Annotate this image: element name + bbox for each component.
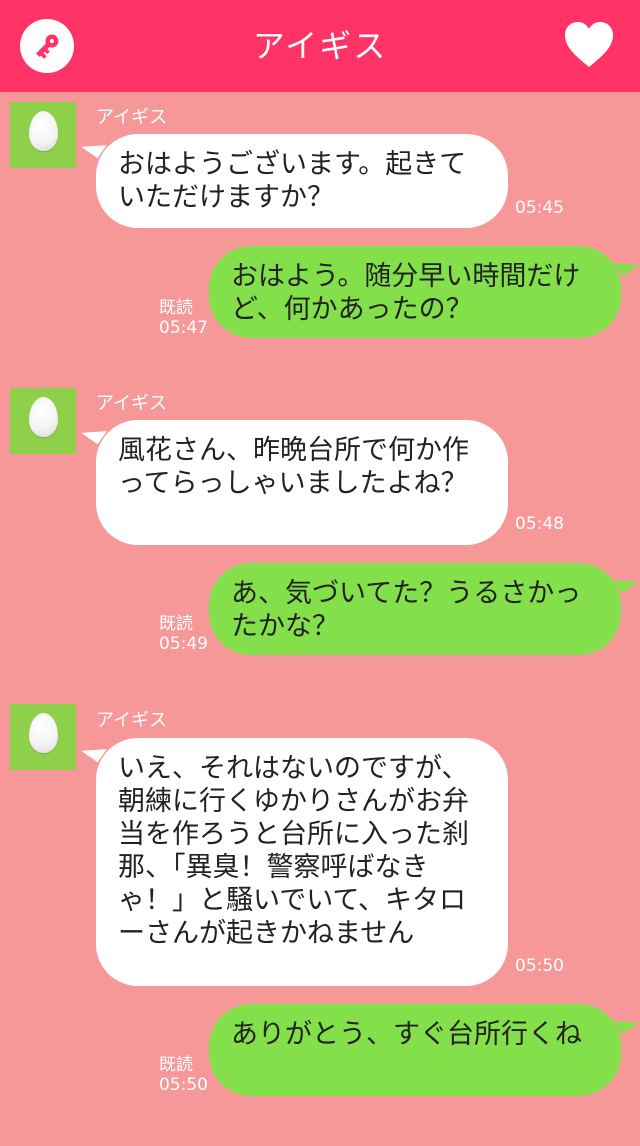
message-bubble[interactable]: ありがとう、すぐ台所行くね — [209, 1004, 621, 1096]
avatar[interactable] — [10, 388, 76, 454]
message-time: 05:47 — [159, 318, 208, 338]
read-status: 既読 — [159, 298, 193, 318]
sender-name: アイギス — [96, 393, 168, 414]
chat-title: アイギス — [252, 27, 388, 65]
message-time: 05:45 — [515, 198, 564, 218]
egg-icon — [29, 397, 58, 437]
app-header: アイギス — [0, 0, 640, 92]
message-time: 05:50 — [159, 1075, 208, 1095]
avatar[interactable] — [10, 704, 76, 770]
avatar[interactable] — [10, 102, 76, 168]
message-bubble[interactable]: あ、気づいてた？うるさかったかな？ — [209, 563, 621, 655]
egg-icon — [29, 713, 58, 753]
sender-name: アイギス — [96, 107, 168, 128]
message-bubble[interactable]: おはよう。随分早い時間だけど、何かあったの？ — [209, 246, 621, 338]
message-time: 05:50 — [515, 956, 564, 976]
message-time: 05:48 — [515, 514, 564, 534]
message-bubble[interactable]: 風花さん、昨晩台所で何か作ってらっしゃいましたよね？ — [96, 420, 508, 545]
message-bubble[interactable]: おはようございます。起きていただけますか？ — [96, 134, 508, 228]
message-bubble[interactable]: いえ、それはないのですが、朝練に行くゆかりさんがお弁当を作ろうと台所に入った刹那… — [96, 738, 508, 986]
read-status: 既読 — [159, 1055, 193, 1075]
read-status: 既読 — [159, 614, 193, 634]
egg-icon — [29, 111, 58, 151]
sender-name: アイギス — [96, 710, 168, 731]
heart-icon — [565, 22, 613, 67]
heart-button[interactable] — [563, 20, 615, 70]
message-time: 05:49 — [159, 634, 208, 654]
